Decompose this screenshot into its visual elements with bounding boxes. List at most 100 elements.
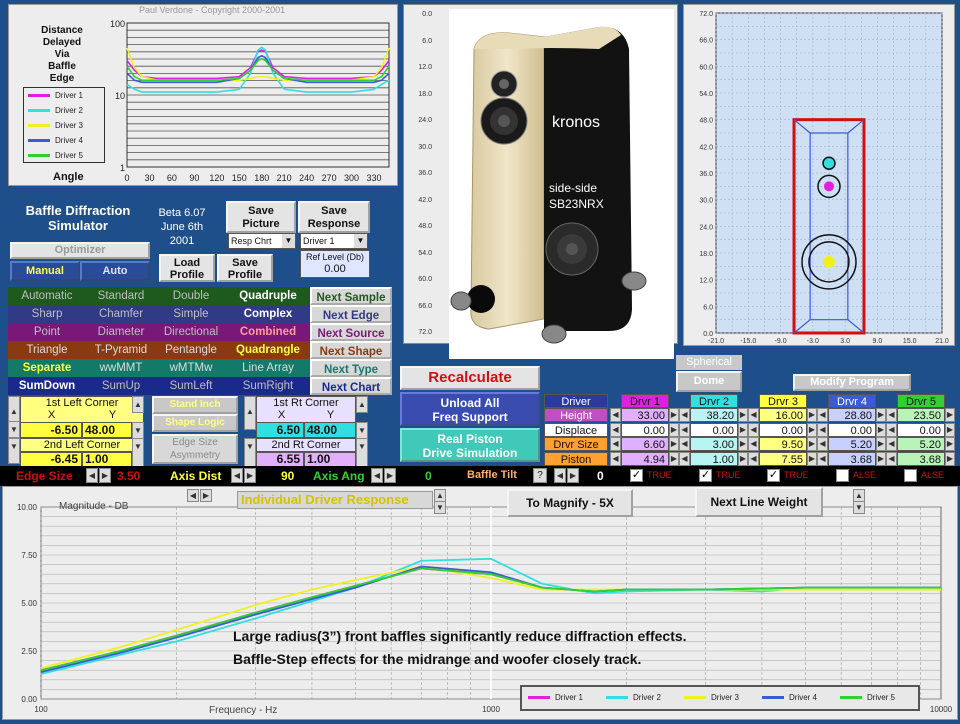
spin-right-icon[interactable]: ▶ — [384, 468, 396, 483]
shape-option[interactable]: Next Type — [310, 359, 392, 377]
left-corner-2-y[interactable]: 1.00 — [82, 452, 132, 467]
spin-left-icon[interactable]: ◀ — [554, 468, 566, 483]
spin-left-icon[interactable]: ◀ — [748, 422, 759, 437]
spin-right-icon[interactable]: ▶ — [807, 408, 817, 423]
shape-logic-button[interactable]: Shape Logic — [152, 414, 238, 432]
driver-value[interactable]: 0.00 — [828, 422, 876, 437]
checkbox-icon[interactable] — [836, 469, 849, 482]
next-line-weight-button[interactable]: Next Line Weight — [695, 487, 823, 517]
spin-right-icon[interactable]: ▶ — [876, 408, 886, 423]
spin-left-icon[interactable]: ◀ — [886, 451, 897, 466]
spin-right-icon[interactable]: ▶ — [807, 451, 817, 466]
load-profile-button[interactable]: Load Profile — [159, 254, 215, 282]
checkbox-checked-icon[interactable]: ✓ — [767, 469, 780, 482]
shape-option[interactable]: Diameter — [86, 323, 156, 341]
spin-right-icon[interactable]: ▶ — [945, 408, 955, 423]
spin-right-icon[interactable]: ▶ — [945, 451, 955, 466]
spin-left-icon[interactable]: ◀ — [886, 408, 897, 423]
manual-button[interactable]: Manual — [10, 261, 80, 281]
spin-down-icon[interactable]: ▼ — [356, 438, 368, 467]
spin-down-icon[interactable]: ▼ — [8, 438, 20, 464]
spin-down-icon[interactable]: ▼ — [8, 421, 20, 438]
shape-option[interactable]: Double — [156, 287, 226, 305]
spin-left-icon[interactable]: ◀ — [886, 437, 897, 452]
right-corner-1-x[interactable]: 6.50 — [256, 422, 304, 438]
driver-value[interactable]: 3.68 — [897, 451, 945, 466]
spin-left-icon[interactable]: ◀ — [748, 451, 759, 466]
driver-value[interactable]: 33.00 — [621, 408, 669, 423]
shape-option[interactable]: Pentangle — [156, 341, 226, 359]
spin-right-icon[interactable]: ▶ — [738, 408, 748, 423]
shape-option[interactable]: Point — [8, 323, 86, 341]
modify-program-button[interactable]: Modify Program — [793, 374, 911, 391]
shape-option[interactable]: SumUp — [86, 377, 156, 395]
spin-left-icon[interactable]: ◀ — [817, 437, 828, 452]
shape-option[interactable]: Chamfer — [86, 305, 156, 323]
driver-value[interactable]: 23.50 — [897, 408, 945, 423]
spin-down-icon[interactable]: ▼ — [132, 422, 144, 439]
driver-value[interactable]: 28.80 — [828, 408, 876, 423]
spin-left-icon[interactable]: ◀ — [86, 468, 98, 483]
spin-down-icon[interactable]: ▼ — [356, 422, 368, 439]
left-corner-2-x[interactable]: -6.45 — [20, 452, 82, 467]
auto-button[interactable]: Auto — [80, 261, 150, 281]
spin-right-icon[interactable]: ▶ — [807, 422, 817, 437]
driver-value[interactable]: 6.60 — [621, 437, 669, 452]
spin-right-icon[interactable]: ▶ — [807, 437, 817, 452]
spin-left-icon[interactable]: ◀ — [679, 408, 690, 423]
driver-value[interactable]: 5.20 — [828, 437, 876, 452]
shape-option[interactable]: Triangle — [8, 341, 86, 359]
shape-option[interactable]: SumRight — [226, 377, 310, 395]
spin-right-icon[interactable]: ▶ — [945, 422, 955, 437]
save-profile-button[interactable]: Save Profile — [217, 254, 273, 282]
shape-option[interactable]: wMTMw — [156, 359, 226, 377]
dome-button[interactable]: Dome — [676, 371, 742, 392]
shape-option[interactable]: wwMMT — [86, 359, 156, 377]
shape-option[interactable]: Next Shape — [310, 341, 392, 359]
spin-left-icon[interactable]: ◀ — [371, 468, 383, 483]
axis-dist-value[interactable]: 90 — [281, 469, 294, 483]
spin-left-icon[interactable]: ◀ — [231, 468, 243, 483]
shape-option[interactable]: Separate — [8, 359, 86, 377]
spin-left-icon[interactable]: ◀ — [610, 422, 621, 437]
spin-right-icon[interactable]: ▶ — [876, 422, 886, 437]
shape-option[interactable]: Quadruple — [226, 287, 310, 305]
resp-chart-select[interactable]: Resp Chrt ▼ — [228, 233, 296, 249]
checkbox-checked-icon[interactable]: ✓ — [699, 469, 712, 482]
spin-left-icon[interactable]: ◀ — [886, 422, 897, 437]
right-corner-1-y[interactable]: 48.00 — [304, 422, 356, 438]
shape-option[interactable]: Next Source — [310, 323, 392, 341]
driver-value[interactable]: 7.55 — [759, 451, 807, 466]
spin-right-icon[interactable]: ▶ — [738, 437, 748, 452]
left-corner-1-x[interactable]: -6.50 — [20, 422, 82, 438]
spin-right-icon[interactable]: ▶ — [738, 451, 748, 466]
magnify-button[interactable]: To Magnify - 5X — [507, 489, 633, 517]
shape-option[interactable]: T-Pyramid — [86, 341, 156, 359]
shape-option[interactable]: SumDown — [8, 377, 86, 395]
spin-left-icon[interactable]: ◀ — [610, 451, 621, 466]
spin-left-icon[interactable]: ◀ — [817, 408, 828, 423]
driver-value[interactable]: 9.50 — [759, 437, 807, 452]
edge-size-asymmetry-button[interactable]: Edge Size Asymmetry — [152, 434, 238, 464]
shape-option[interactable]: Quadrangle — [226, 341, 310, 359]
spin-left-icon[interactable]: ◀ — [679, 422, 690, 437]
recalculate-button[interactable]: Recalculate — [400, 366, 540, 390]
driver-value[interactable]: 0.00 — [897, 422, 945, 437]
spin-right-icon[interactable]: ▶ — [738, 422, 748, 437]
spin-right-icon[interactable]: ▶ — [876, 437, 886, 452]
spin-right-icon[interactable]: ▶ — [876, 451, 886, 466]
spin-left-icon[interactable]: ◀ — [187, 489, 199, 502]
shape-option[interactable]: Sharp — [8, 305, 86, 323]
spin-left-icon[interactable]: ◀ — [817, 451, 828, 466]
driver-value[interactable]: 3.68 — [828, 451, 876, 466]
spin-down-icon[interactable]: ▼ — [132, 438, 144, 467]
driver-value[interactable]: 0.00 — [621, 422, 669, 437]
spin-right-icon[interactable]: ▶ — [669, 408, 679, 423]
spin-left-icon[interactable]: ◀ — [679, 451, 690, 466]
checkbox-checked-icon[interactable]: ✓ — [630, 469, 643, 482]
shape-option[interactable]: Complex — [226, 305, 310, 323]
edge-size-value[interactable]: 3.50 — [117, 469, 140, 483]
driver-value[interactable]: 38.20 — [690, 408, 738, 423]
ref-level-value[interactable]: 0.00 — [301, 263, 369, 275]
shape-option[interactable]: Standard — [86, 287, 156, 305]
